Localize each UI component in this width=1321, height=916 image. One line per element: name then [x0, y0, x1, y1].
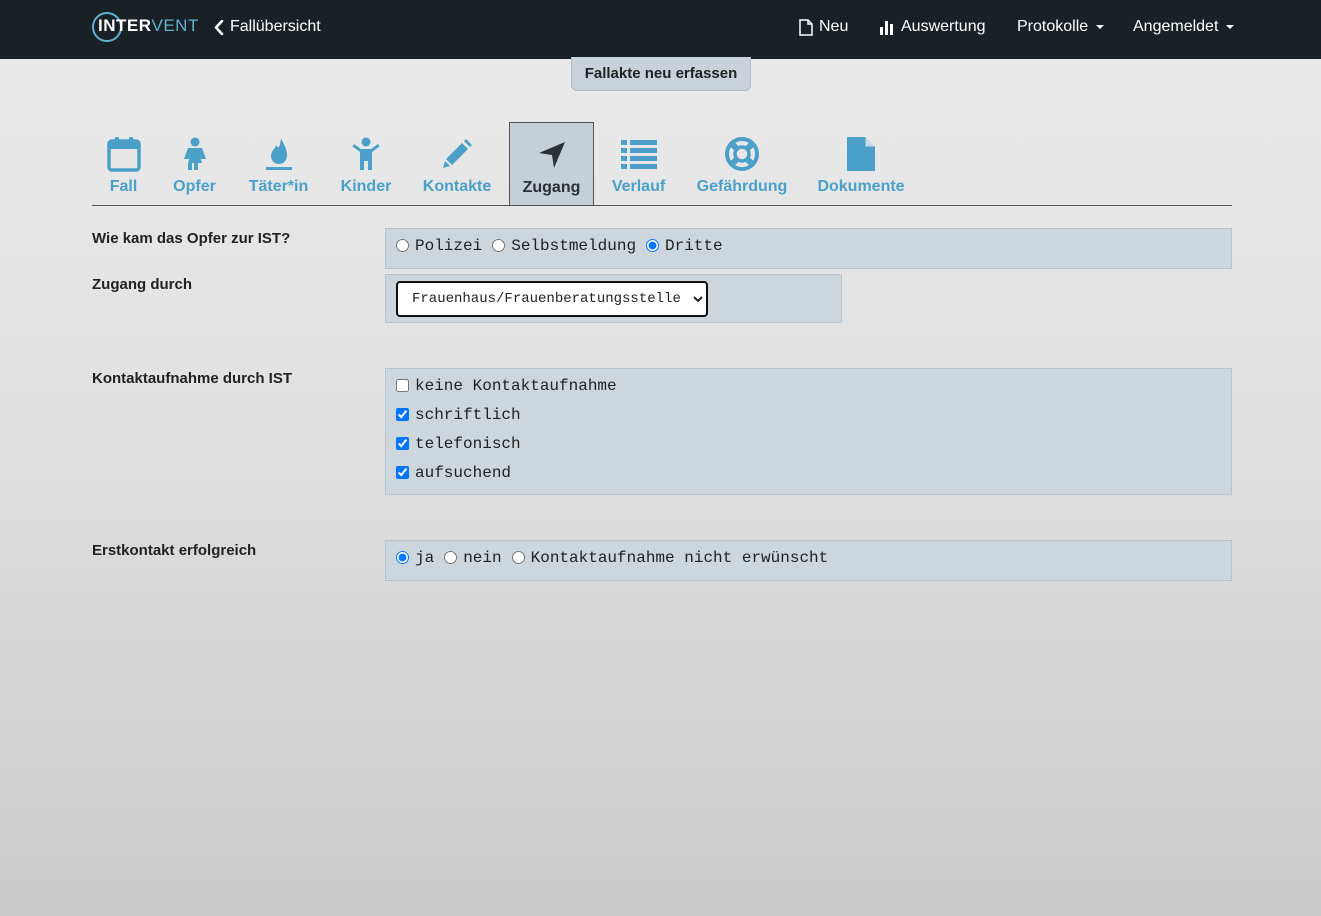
tab-opfer[interactable]: Opfer	[163, 122, 226, 204]
radio-polizei[interactable]	[396, 239, 409, 252]
intervent-logo[interactable]: INTERVENT	[92, 11, 198, 45]
bar-chart-icon	[880, 20, 893, 35]
calendar-icon	[106, 134, 141, 174]
file-icon	[846, 134, 876, 174]
radio-not-wanted[interactable]	[511, 551, 525, 564]
checkbox-phone[interactable]	[396, 437, 409, 450]
caret-down-icon	[1096, 25, 1105, 29]
access-by-select[interactable]: Frauenhaus/Frauenberatungsstelle	[396, 281, 708, 317]
tab-dokumente[interactable]: Dokumente	[816, 122, 906, 204]
tab-verlauf[interactable]: Verlauf	[607, 122, 670, 204]
first-contact-label: Erstkontakt erfolgreich	[92, 542, 257, 559]
checkbox-visit[interactable]	[396, 466, 409, 479]
evaluation-link-label: Auswertung	[901, 18, 986, 35]
pencil-icon	[441, 134, 473, 174]
evaluation-link[interactable]: Auswertung	[879, 18, 986, 36]
logo-wordmark: INTERVENT	[98, 16, 199, 35]
access-option-polizei[interactable]: Polizei	[396, 237, 482, 255]
child-icon	[352, 134, 380, 174]
contact-option-phone[interactable]: telefonisch	[396, 435, 521, 453]
protocols-dropdown[interactable]: Protokolle	[1017, 18, 1105, 36]
back-link-label: Fallübersicht	[230, 18, 321, 35]
first-contact-option-ja[interactable]: ja	[396, 549, 434, 567]
file-outline-icon	[799, 18, 813, 36]
radio-ja[interactable]	[396, 551, 409, 564]
tab-kinder[interactable]: Kinder	[333, 122, 399, 204]
first-contact-option-not-wanted[interactable]: Kontaktaufnahme nicht erwünscht	[511, 549, 828, 567]
first-contact-option-nein[interactable]: nein	[444, 549, 502, 567]
account-dropdown[interactable]: Angemeldet	[1133, 18, 1235, 36]
case-tabs: Fall Opfer Täter*in Kinder Kontakte Zuga…	[92, 122, 1232, 206]
access-by-label: Zugang durch	[92, 276, 192, 293]
caret-down-icon	[1226, 25, 1235, 29]
access-option-selbstmeldung[interactable]: Selbstmeldung	[492, 237, 636, 255]
top-navbar: INTERVENT Fallübersicht Neu Auswertung P…	[0, 0, 1321, 59]
access-option-dritte[interactable]: Dritte	[646, 237, 723, 255]
checkbox-none[interactable]	[396, 379, 409, 392]
life-ring-icon	[724, 134, 760, 174]
access-radio-group: Polizei Selbstmeldung Dritte	[385, 228, 1232, 269]
fire-icon	[265, 134, 293, 174]
contact-option-written[interactable]: schriftlich	[396, 406, 521, 424]
radio-selbstmeldung[interactable]	[492, 239, 506, 252]
tab-taeter[interactable]: Täter*in	[242, 122, 315, 204]
radio-nein[interactable]	[444, 551, 458, 564]
radio-dritte[interactable]	[646, 239, 660, 252]
page-title: Fallakte neu erfassen	[571, 57, 751, 91]
new-case-link[interactable]: Neu	[799, 18, 848, 36]
protocols-label: Protokolle	[1017, 18, 1089, 35]
contact-checkbox-group: keine Kontaktaufnahme schriftlich telefo…	[385, 368, 1232, 495]
tab-zugang[interactable]: Zugang	[509, 122, 594, 205]
contact-option-none[interactable]: keine Kontaktaufnahme	[396, 377, 617, 395]
back-to-case-overview-link[interactable]: Fallübersicht	[214, 18, 321, 36]
new-link-label: Neu	[819, 18, 849, 35]
female-icon	[181, 134, 209, 174]
tab-gefaehrdung[interactable]: Gefährdung	[696, 122, 788, 204]
access-question-label: Wie kam das Opfer zur IST?	[92, 230, 291, 247]
first-contact-radio-group: ja nein Kontaktaufnahme nicht erwünscht	[385, 540, 1232, 581]
checkbox-written[interactable]	[396, 408, 409, 421]
chevron-left-icon	[214, 19, 224, 35]
list-icon	[620, 134, 657, 174]
tab-kontakte[interactable]: Kontakte	[420, 122, 494, 204]
contact-label: Kontaktaufnahme durch IST	[92, 370, 293, 387]
access-by-box: Frauenhaus/Frauenberatungsstelle	[385, 274, 842, 323]
tab-fall[interactable]: Fall	[92, 122, 155, 204]
account-label: Angemeldet	[1133, 18, 1219, 35]
contact-option-visit[interactable]: aufsuchend	[396, 464, 511, 482]
location-arrow-icon	[537, 135, 567, 175]
